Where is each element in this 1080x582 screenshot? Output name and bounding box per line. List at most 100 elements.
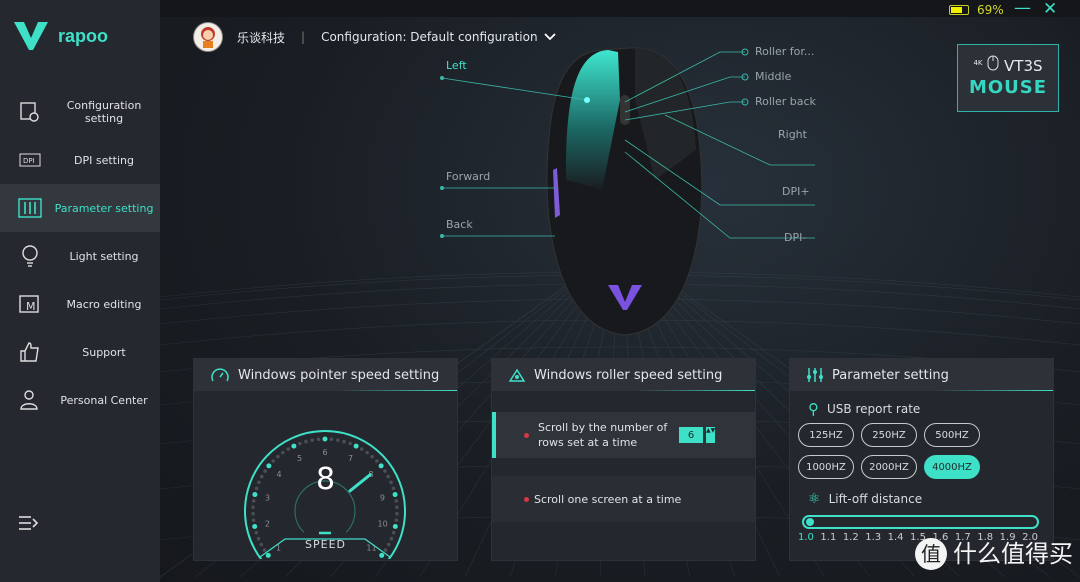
option-label: Scroll by the number of rows set at a ti… [538, 421, 668, 449]
label-roller-back[interactable]: Roller back [755, 95, 816, 108]
sidebar-item-personal-center[interactable]: Personal Center [0, 376, 160, 424]
sidebar-item-label: DPI setting [74, 153, 134, 167]
gauge-dot [254, 530, 259, 535]
speed-value: 8 [315, 462, 336, 497]
gauge-dot [394, 518, 399, 522]
gauge-dot [251, 499, 256, 503]
device-name: VT3S [1004, 57, 1043, 75]
user-icon [18, 388, 42, 412]
speed-label: SPEED [305, 538, 346, 551]
gauge-dot [359, 447, 364, 451]
label-right-button[interactable]: Right [778, 128, 807, 141]
bulb-icon [18, 244, 42, 268]
v-logo-icon [14, 22, 48, 50]
gauge-tick-dot [322, 436, 328, 442]
dpi-icon: DPI [18, 148, 42, 172]
minimize-button[interactable]: — [1014, 0, 1031, 18]
radio-dot [524, 496, 529, 502]
divider: | [301, 30, 306, 44]
label-roller-forward[interactable]: Roller for... [755, 45, 814, 58]
gauge-dot [310, 438, 315, 442]
roller-speed-panel: Windows roller speed setting Scroll by t… [491, 358, 756, 561]
panel-title: Windows roller speed setting [534, 367, 723, 383]
pointer-speed-panel: Windows pointer speed setting 1234567891… [193, 358, 458, 561]
rate-4000hz[interactable]: 4000HZ [924, 455, 980, 479]
watermark: 值什么值得买 [915, 538, 1073, 570]
usb-rate-label: USB report rate [827, 402, 921, 416]
gauge-tick-dot [392, 523, 398, 529]
menu-icon[interactable] [18, 514, 40, 536]
rows-value-input[interactable]: 6 [679, 427, 703, 443]
liftoff-label: Lift-off distance [828, 492, 923, 506]
logo-text: rapoo [58, 25, 109, 46]
slider-thumb[interactable] [806, 518, 814, 526]
label-back-button[interactable]: Back [446, 218, 473, 231]
equalizer-icon [18, 196, 42, 220]
close-button[interactable]: ✕ [1043, 0, 1057, 19]
sidebar-item-configuration-setting[interactable]: Configuration setting [0, 88, 160, 136]
gauge-dot [391, 530, 396, 535]
config-icon [18, 100, 42, 124]
mouse-icon [987, 55, 999, 71]
scroll-rows-option[interactable]: Scroll by the number of rows set at a ti… [492, 412, 755, 458]
scroll-screen-option[interactable]: Scroll one screen at a time [492, 476, 755, 522]
label-dpi-plus[interactable]: DPI+ [782, 185, 810, 198]
device-type: MOUSE [968, 77, 1048, 98]
gauge-tick-dot [291, 443, 297, 449]
username: 乐谈科技 [237, 30, 286, 45]
thumbs-up-icon [18, 340, 42, 364]
watermark-text: 什么值得买 [953, 540, 1073, 568]
gauge-dot [329, 437, 334, 442]
label-forward-button[interactable]: Forward [446, 170, 490, 183]
liftoff-tick: 1.4 [887, 532, 904, 543]
device-card: 4K VT3S MOUSE [957, 44, 1059, 112]
rate-500hz[interactable]: 500HZ [924, 423, 980, 447]
device-badge: 4K [973, 59, 983, 67]
gauge-dot [395, 511, 399, 516]
sidebar-item-parameter-setting[interactable]: Parameter setting [0, 184, 160, 232]
label-dpi-minus[interactable]: DPI- [784, 231, 806, 244]
gauge-tick-dot [353, 443, 359, 449]
battery-status: 69% [949, 3, 1004, 17]
label-left-button[interactable]: Left [446, 59, 467, 72]
sidebar-item-dpi-setting[interactable]: DPI DPI setting [0, 136, 160, 184]
label-middle-button[interactable]: Middle [755, 70, 791, 83]
sidebar-item-support[interactable]: Support [0, 328, 160, 376]
sidebar-item-label: Parameter setting [54, 201, 154, 215]
liftoff-tick: 1.3 [865, 532, 882, 543]
sidebar-item-label: Personal Center [60, 393, 148, 407]
gauge-dot [348, 441, 352, 446]
rate-250hz[interactable]: 250HZ [861, 423, 917, 447]
gauge-dot [286, 447, 291, 451]
usb-icon: ⚲ [808, 400, 819, 418]
parameter-panel: Parameter setting ⚲ USB report rate 125HZ… [789, 358, 1054, 561]
battery-icon [949, 5, 969, 15]
sidebar-item-label: Light setting [69, 249, 139, 263]
gauge-dot [281, 450, 285, 455]
sidebar-item-macro-editing[interactable]: M Macro editing [0, 280, 160, 328]
sidebar-item-label: Macro editing [66, 297, 142, 311]
rate-125hz[interactable]: 125HZ [798, 423, 854, 447]
mouse-illustration [440, 47, 815, 336]
gauge-tick-label: 2 [265, 520, 270, 529]
rate-2000hz[interactable]: 2000HZ [861, 455, 917, 479]
liftoff-tick: 1.0 [798, 532, 814, 543]
liftoff-tick: 1.1 [820, 532, 837, 543]
gauge-tick-dot [252, 523, 258, 529]
sidebar-item-light-setting[interactable]: Light setting [0, 232, 160, 280]
equalizer-icon [807, 368, 823, 382]
gauge-dot [394, 499, 399, 503]
liftoff-tick: 1.2 [842, 532, 859, 543]
liftoff-slider[interactable] [802, 515, 1039, 529]
sidebar-item-label: Configuration setting [66, 99, 142, 125]
svg-text:M: M [26, 300, 36, 313]
macro-icon: M [18, 292, 42, 316]
panel-title: Parameter setting [832, 367, 949, 383]
option-label: Scroll one screen at a time [534, 492, 682, 506]
speedometer-icon [211, 368, 229, 382]
rows-stepper[interactable]: ▲▼ [706, 427, 715, 443]
title-bar [160, 0, 1080, 17]
gauge-dot [365, 450, 369, 455]
avatar[interactable] [193, 22, 223, 52]
rate-1000hz[interactable]: 1000HZ [798, 455, 854, 479]
